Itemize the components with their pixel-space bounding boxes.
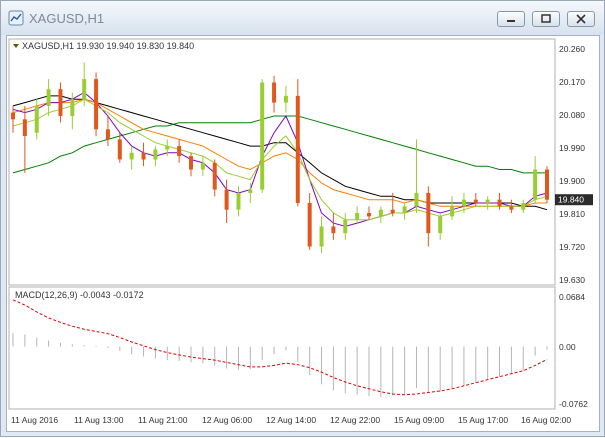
time-tick: 12 Aug 22:00 — [330, 415, 380, 425]
candle-body — [509, 206, 514, 210]
moving-average-line — [12, 98, 547, 207]
time-tick: 11 Aug 13:00 — [74, 415, 124, 425]
candle-body — [390, 209, 395, 214]
moving-average-line — [12, 98, 548, 221]
candle-body — [260, 82, 265, 190]
candle-body — [200, 162, 205, 170]
candle-body — [224, 189, 229, 210]
candle-body — [355, 213, 360, 220]
candle-body — [497, 199, 502, 207]
price-tick: 20.170 — [559, 77, 585, 87]
candle-body — [11, 112, 15, 120]
time-tick: 12 Aug 06:00 — [202, 415, 252, 425]
window-titlebar[interactable]: XAGUSD,H1 — [1, 1, 604, 35]
price-tick: 19.810 — [559, 209, 585, 219]
candle-body — [461, 199, 466, 207]
close-button[interactable] — [567, 11, 595, 27]
time-tick: 15 Aug 09:00 — [394, 415, 444, 425]
macd-signal-line — [12, 299, 548, 396]
macd-plot-frame — [8, 286, 556, 410]
moving-average-layer — [12, 91, 548, 227]
candle-body — [473, 199, 478, 203]
minimize-icon — [507, 20, 515, 22]
macd-axis: 0.0684 0.00 -0.0762 — [559, 292, 588, 409]
candle-body — [248, 189, 253, 193]
candle-body — [117, 139, 122, 160]
time-tick: 11 Aug 21:00 — [138, 415, 188, 425]
candle-body — [82, 79, 87, 100]
price-tick: 19.630 — [559, 275, 585, 285]
time-tick: 12 Aug 14:00 — [266, 415, 316, 425]
candle-body — [414, 192, 419, 207]
candle-body — [426, 192, 431, 234]
candle-body — [319, 226, 324, 247]
candle-body — [177, 146, 182, 157]
candle-body — [545, 169, 549, 200]
candle-body — [129, 152, 134, 160]
price-tick: 19.990 — [559, 143, 585, 153]
macd-tick: 0.0684 — [559, 292, 585, 302]
chart-window: XAGUSD,H1 XAGUSD,H1 19.930 19.940 19.830… — [0, 0, 605, 437]
close-icon — [576, 14, 586, 24]
chart-window-icon — [8, 10, 24, 26]
candle-body — [236, 192, 241, 210]
candle-body — [153, 149, 158, 160]
symbol-header: XAGUSD,H1 19.930 19.940 19.830 19.840 — [13, 41, 194, 51]
candle-body — [331, 226, 336, 234]
candle-body — [22, 119, 27, 137]
main-plot-frame — [8, 38, 556, 286]
candle-body — [521, 203, 526, 210]
macd-tick: 0.00 — [559, 342, 576, 352]
candle-body — [212, 162, 217, 190]
price-tick: 20.260 — [559, 44, 585, 54]
candlestick-layer — [11, 62, 549, 254]
maximize-button[interactable] — [532, 11, 560, 27]
time-tick: 15 Aug 17:00 — [458, 415, 508, 425]
restore-icon — [541, 14, 551, 23]
time-tick: 11 Aug 2016 — [11, 415, 58, 425]
candle-body — [438, 216, 443, 234]
candle-body — [485, 199, 490, 203]
candle-body — [141, 152, 146, 160]
candle-body — [189, 156, 193, 170]
time-axis: 11 Aug 2016 11 Aug 13:00 11 Aug 21:00 12… — [11, 415, 571, 425]
candle-body — [46, 89, 51, 106]
candle-body — [70, 99, 75, 116]
candle-body — [58, 89, 63, 116]
candle-body — [165, 146, 170, 150]
candle-body — [402, 206, 407, 214]
candle-body — [283, 95, 288, 103]
candle-body — [94, 79, 99, 130]
price-axis: 20.260 20.170 20.080 19.990 19.900 19.81… — [559, 44, 585, 285]
candle-body — [367, 213, 371, 217]
time-tick: 16 Aug 02:00 — [521, 415, 571, 425]
current-price-marker: 19.840 — [555, 194, 593, 206]
minimize-button[interactable] — [497, 11, 525, 27]
price-tick: 19.720 — [559, 242, 585, 252]
candle-body — [343, 219, 348, 234]
chart-area[interactable]: XAGUSD,H1 19.930 19.940 19.830 19.840 MA… — [6, 35, 600, 432]
candle-body — [378, 209, 383, 217]
candle-body — [295, 95, 300, 203]
price-tick: 19.900 — [559, 176, 585, 186]
collapse-triangle-icon — [13, 44, 19, 48]
candle-body — [450, 206, 455, 217]
macd-header-text: MACD(12,26,9) -0.0043 -0.0172 — [15, 290, 144, 300]
current-price-label: 19.840 — [558, 195, 584, 205]
chart-canvas[interactable]: XAGUSD,H1 19.930 19.940 19.830 19.840 MA… — [7, 36, 601, 433]
candle-body — [105, 129, 110, 140]
symbol-header-text: XAGUSD,H1 19.930 19.940 19.830 19.840 — [22, 41, 194, 51]
candle-body — [307, 203, 312, 247]
candle-body — [34, 105, 39, 133]
price-tick: 20.080 — [559, 110, 585, 120]
macd-tick: -0.0762 — [559, 399, 588, 409]
candle-body — [272, 82, 277, 103]
window-title: XAGUSD,H1 — [29, 11, 105, 26]
moving-average-line — [12, 95, 548, 211]
macd-layer — [12, 299, 548, 398]
candle-body — [533, 169, 538, 200]
